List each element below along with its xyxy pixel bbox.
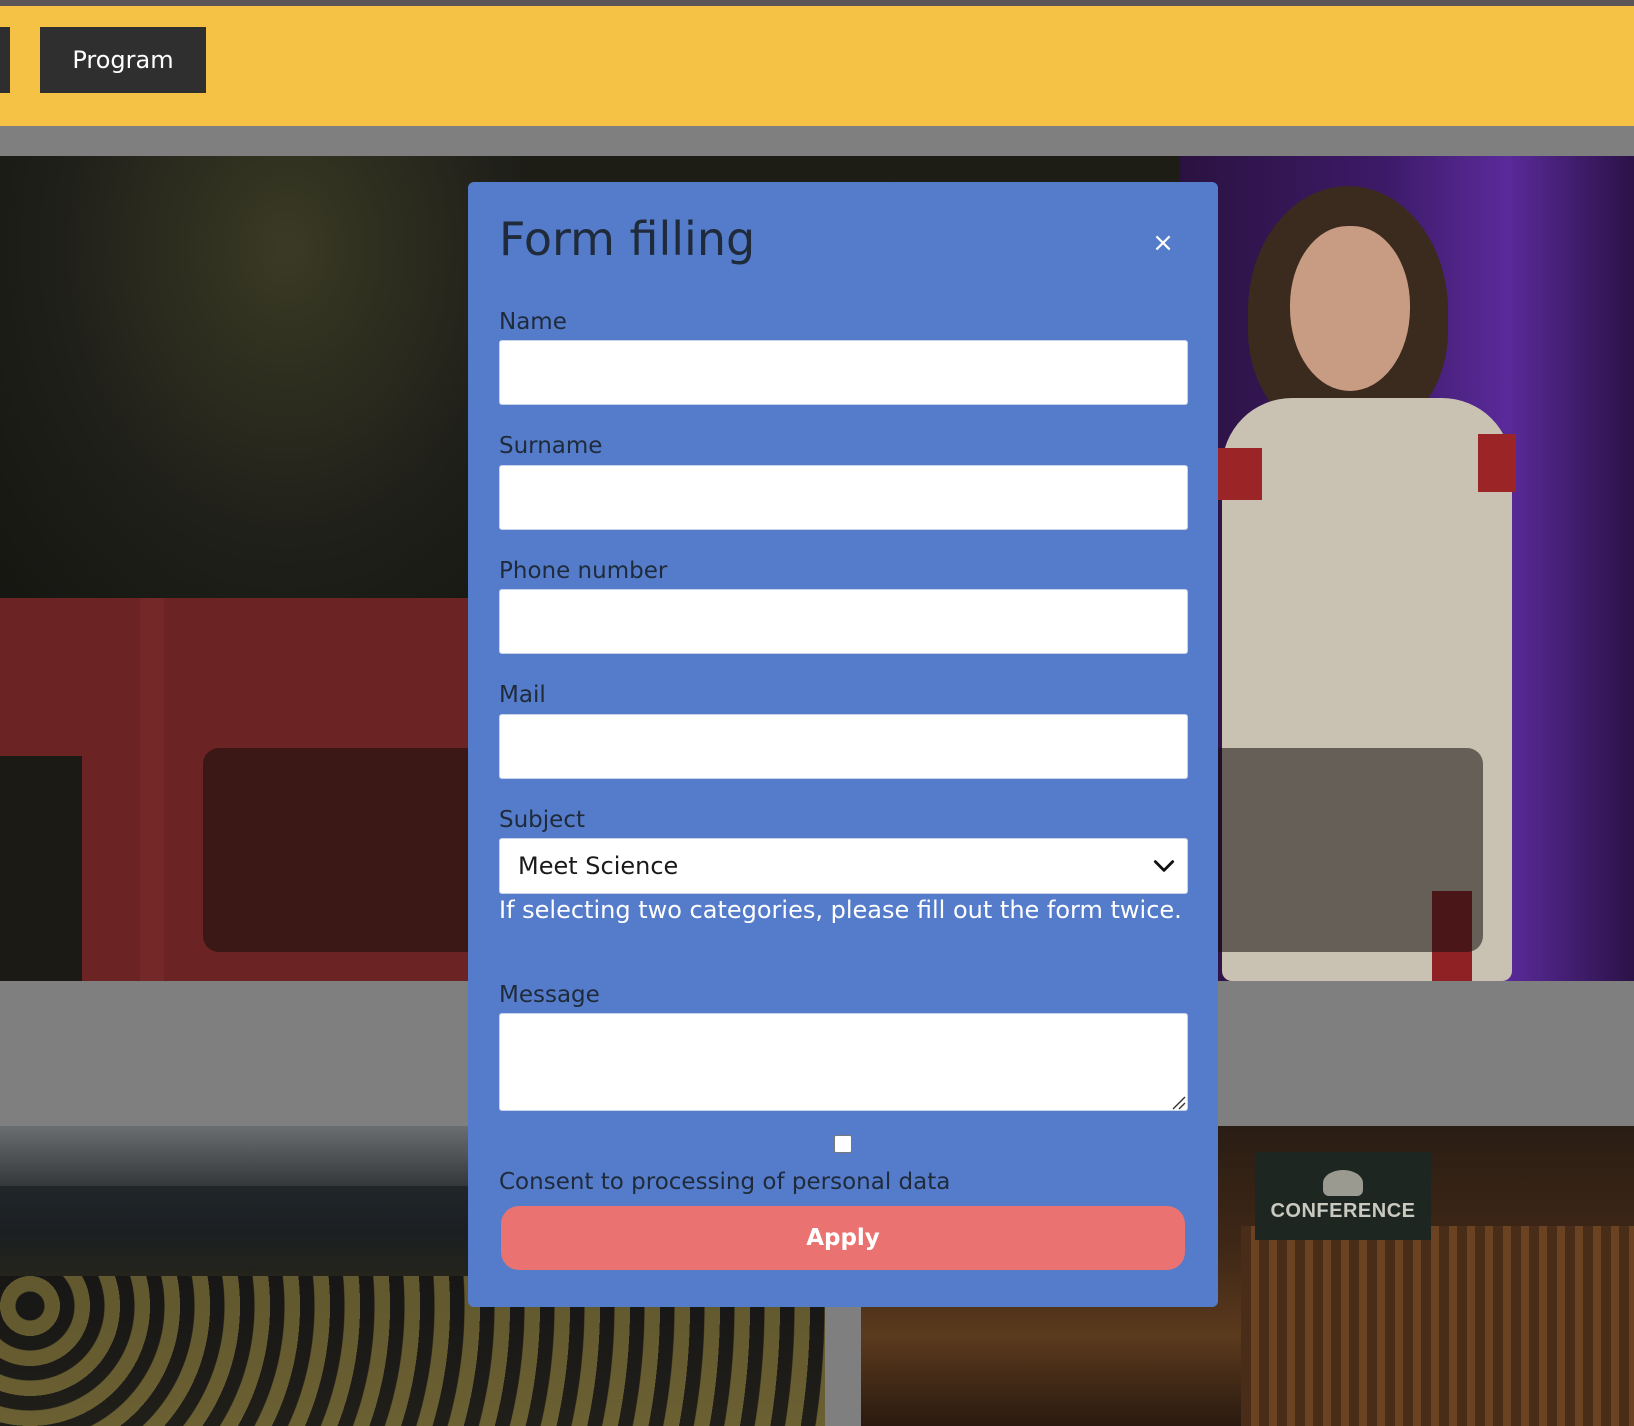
conference-curtain xyxy=(1241,1226,1634,1426)
message-textarea[interactable] xyxy=(499,1013,1188,1111)
stage-curtain xyxy=(0,156,520,616)
surname-label: Surname xyxy=(499,433,603,459)
name-label: Name xyxy=(499,309,567,335)
form-modal: Form filling × Name Surname Phone number… xyxy=(468,182,1218,1307)
subject-hint: If selecting two categories, please fill… xyxy=(499,896,1182,924)
speaker-sleeve-left xyxy=(1218,448,1262,500)
subject-selected-value: Meet Science xyxy=(518,852,679,880)
consent-label: Consent to processing of personal data xyxy=(499,1169,951,1195)
stage-dark-block xyxy=(0,756,82,981)
chevron-down-icon xyxy=(1153,860,1175,872)
mail-input[interactable] xyxy=(499,714,1188,779)
stage-red-column xyxy=(140,598,164,981)
phone-input[interactable] xyxy=(499,589,1188,654)
phone-label: Phone number xyxy=(499,558,668,584)
nav-program-button[interactable]: Program xyxy=(40,27,206,93)
modal-title: Form filling xyxy=(499,212,756,266)
conference-sign: CONFERENCE xyxy=(1255,1152,1431,1240)
surname-input[interactable] xyxy=(499,465,1188,530)
apply-button[interactable]: Apply xyxy=(501,1206,1185,1270)
message-label: Message xyxy=(499,982,600,1008)
conference-sign-text: CONFERENCE xyxy=(1270,1199,1416,1222)
subject-label: Subject xyxy=(499,807,585,833)
speaker-sleeve-right xyxy=(1478,434,1516,492)
consent-checkbox[interactable] xyxy=(834,1135,852,1153)
close-icon[interactable]: × xyxy=(1148,228,1178,258)
speaker-face xyxy=(1290,226,1410,391)
name-input[interactable] xyxy=(499,340,1188,405)
resize-handle-icon[interactable] xyxy=(1170,1094,1186,1110)
mail-label: Mail xyxy=(499,682,546,708)
subject-select[interactable]: Meet Science xyxy=(499,838,1188,894)
conference-emblem-icon xyxy=(1323,1169,1363,1196)
header-divider xyxy=(0,126,1634,156)
site-header xyxy=(0,6,1634,126)
nav-item-partial[interactable] xyxy=(0,27,10,93)
